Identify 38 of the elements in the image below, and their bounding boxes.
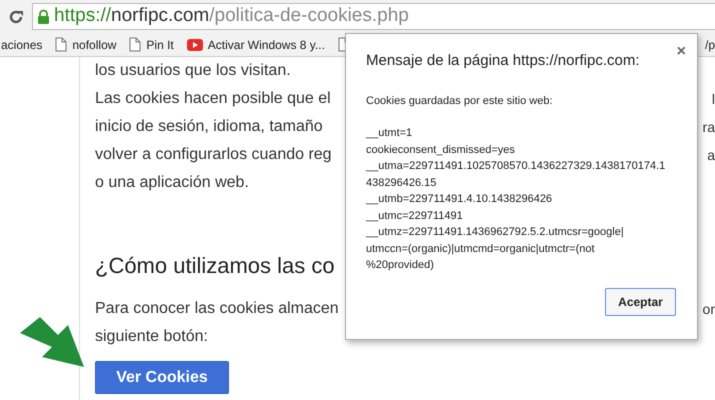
paragraph-text: inicio de sesión, idioma, tamaño [95, 117, 323, 137]
paragraph-text: l [712, 90, 715, 108]
paragraph-text: los usuarios que los visitan. [95, 61, 291, 81]
video-icon [186, 38, 203, 50]
close-button[interactable]: × [674, 40, 688, 64]
paragraph-text: volver a configurarlos cuando reg [95, 145, 332, 165]
bookmark-link[interactable]: Pin It [146, 36, 174, 54]
paragraph-text: a [707, 146, 715, 164]
cookie-line: utmccn=(organic)|utmcmd=organic|utmctr=(not [366, 242, 596, 256]
cookie-line: __utmc=229711491 [366, 208, 464, 224]
cookie-line: cookieconsent_dismissed=yes [366, 142, 516, 158]
paragraph-text: Las cookies hacen posible que el [95, 89, 331, 109]
accept-button[interactable]: Aceptar [605, 288, 676, 316]
cookie-line: 438296426.15 [366, 176, 438, 190]
bookmark-link[interactable]: Activar Windows 8 y... [208, 36, 325, 54]
paragraph-text: Para conocer las cookies almacen [95, 299, 339, 319]
lock-icon [37, 8, 50, 24]
page-icon [55, 37, 68, 52]
bookmark-link[interactable]: aciones [1, 36, 42, 54]
reload-icon[interactable] [8, 8, 24, 24]
paragraph-text: siguiente botón: [95, 327, 208, 347]
cookie-line: __utmt=1 [366, 126, 414, 141]
paragraph-text: or [702, 300, 715, 318]
address-bar[interactable]: https://norfipc.com/politica-de-cookies.php [32, 3, 715, 30]
view-cookies-button[interactable]: Ver Cookies [95, 361, 229, 394]
dialog-title: Mensaje de la página https://norfipc.com: [366, 51, 640, 71]
paragraph-text: o una aplicación web. [95, 173, 249, 193]
cookie-line: __utmb=229711491.4.10.1438296426 [366, 192, 554, 207]
bookmark-link[interactable]: /p [704, 36, 715, 54]
section-heading: ¿Cómo utilizamos las co [95, 252, 335, 280]
url-text: https://norfipc.com/politica-de-cookies.php [54, 4, 409, 28]
cookie-line: __utma=229711491.1025708570.1436227329.1438170174.1 [366, 159, 666, 174]
cookie-line: __utmz=229711491.1436962792.5.2.utmcsr=google| [366, 225, 625, 240]
dialog-message: Cookies guardadas por este sitio web: [366, 94, 554, 108]
cookie-line: %20provided) [366, 258, 435, 273]
page-icon [129, 37, 142, 52]
paragraph-text: ra [702, 118, 715, 136]
bookmark-link[interactable]: nofollow [72, 36, 116, 54]
